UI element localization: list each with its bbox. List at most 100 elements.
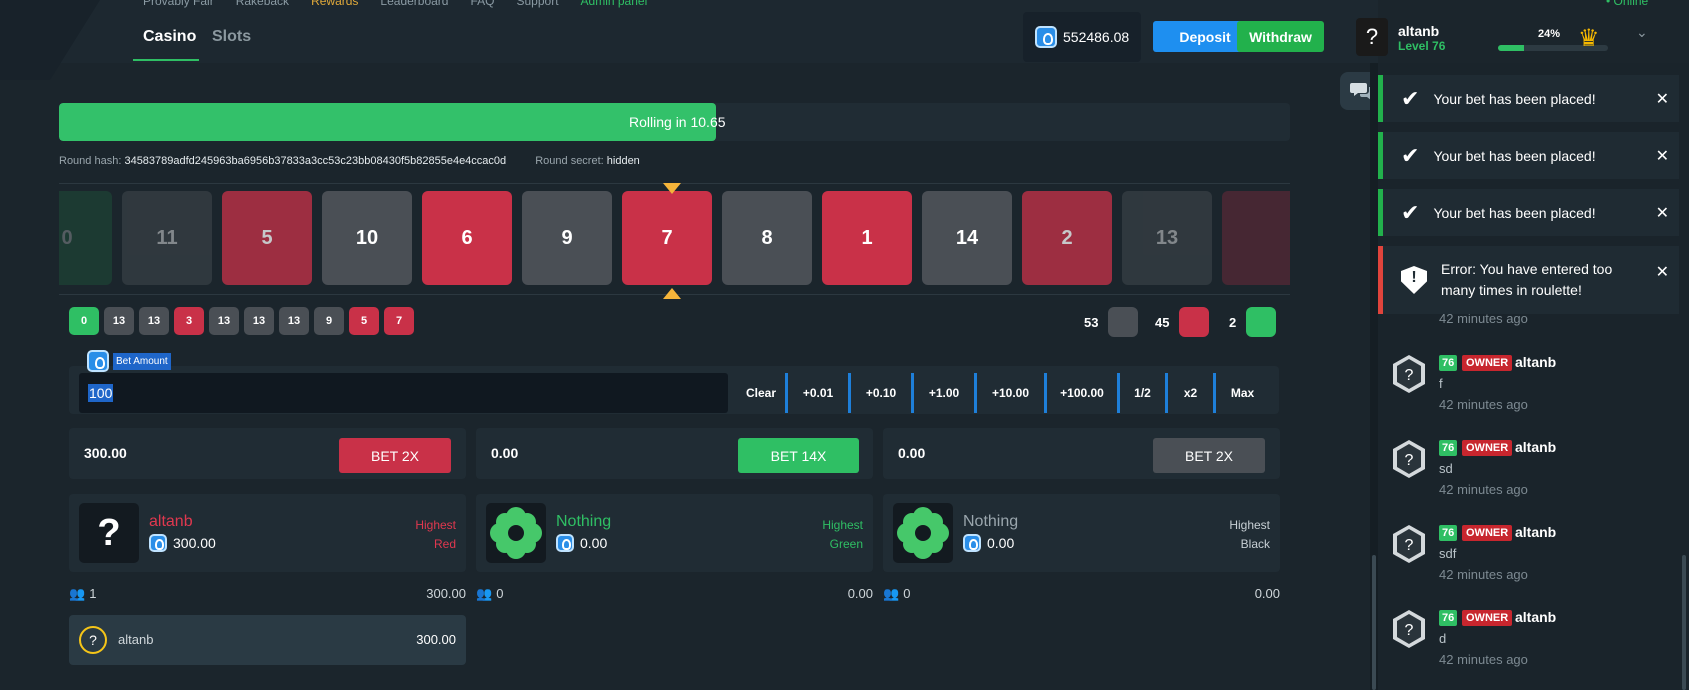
bet-black-button[interactable]: BET 2X [1153, 438, 1265, 473]
chat-level-badge: 76 [1439, 355, 1458, 371]
nav-provably-fair[interactable]: Provably Fair [143, 0, 214, 8]
toast-error: Error: You have entered too many times i… [1378, 246, 1679, 314]
green-bet-total: 0.00 [847, 586, 873, 601]
black-bet-panel: 0.00 BET 2X [883, 428, 1280, 479]
black-bets-summary: 👥 0 0.00 [883, 586, 1280, 602]
black-highest-label: Highest Black [1229, 516, 1270, 554]
nav-rewards[interactable]: Rewards [311, 0, 358, 8]
check-icon: ✔ [1401, 142, 1420, 168]
bet-half-button[interactable]: 1/2 [1117, 373, 1165, 413]
online-status: • Online [1606, 0, 1649, 8]
red-bets-summary: 👥 1 300.00 [69, 586, 466, 602]
clover-icon [486, 503, 546, 563]
chat-time: 42 minutes ago [1439, 482, 1528, 497]
bettor-avatar: ? [79, 626, 107, 654]
highest-avatar: ? [79, 503, 139, 563]
nav-leaderboard[interactable]: Leaderboard [380, 0, 448, 8]
close-icon[interactable]: ✕ [1656, 262, 1669, 282]
toast-text: Your bet has been placed! [1433, 204, 1596, 221]
chat-time: 42 minutes ago [1439, 567, 1528, 582]
stat-red-count: 45 [1155, 314, 1170, 330]
bet-clear-button[interactable]: Clear [737, 373, 785, 413]
main-scrollbar-thumb[interactable] [1372, 555, 1376, 690]
bet-add-100-button[interactable]: +100.00 [1044, 373, 1117, 413]
bet-add-0-01-button[interactable]: +0.01 [785, 373, 848, 413]
history-chip: 13 [279, 307, 309, 335]
chat-text: sdf [1439, 546, 1457, 561]
round-hash-value: 34583789adfd245963ba6956b37833a3cc53c23b… [124, 155, 507, 167]
check-icon: ✔ [1401, 85, 1420, 111]
bet-green-button[interactable]: BET 14X [738, 438, 859, 473]
bet-double-button[interactable]: x2 [1165, 373, 1213, 413]
close-icon[interactable]: ✕ [1656, 146, 1669, 166]
bet-red-button[interactable]: BET 2X [339, 438, 451, 473]
black-tag: Black [1240, 537, 1270, 551]
nav-admin-panel[interactable]: Admin panel [581, 0, 648, 8]
close-icon[interactable]: ✕ [1656, 89, 1669, 109]
bet-max-button[interactable]: Max [1213, 373, 1269, 413]
chat-text: sd [1439, 461, 1453, 476]
svg-text:?: ? [1405, 537, 1414, 554]
round-secret-value: hidden [606, 155, 640, 167]
chat-level-badge: 76 [1439, 610, 1458, 626]
chat-time: 42 minutes ago [1439, 652, 1528, 667]
highest-text: Highest [1229, 518, 1270, 532]
close-icon[interactable]: ✕ [1656, 203, 1669, 223]
bet-add-0-10-button[interactable]: +0.10 [848, 373, 911, 413]
highest-text: Highest [415, 518, 456, 532]
stat-green-count: 2 [1229, 314, 1237, 330]
roll-countdown: Rolling in 10.65 [629, 114, 726, 130]
chat-owner-badge: OWNER [1462, 440, 1513, 456]
stat-red: 45 [1155, 307, 1210, 337]
user-avatar[interactable]: ? [1356, 18, 1388, 56]
nav-rakeback[interactable]: Rakeback [236, 0, 289, 8]
chat-username[interactable]: altanb [1515, 524, 1556, 540]
red-highest-name: altanb [149, 513, 193, 530]
chat-username[interactable]: altanb [1515, 354, 1556, 370]
stat-green-swatch [1246, 307, 1277, 337]
tab-casino[interactable]: Casino [143, 28, 196, 46]
chat-message: ? 76 OWNER altanb d 42 minutes ago [1388, 600, 1678, 679]
chat-username[interactable]: altanb [1515, 609, 1556, 625]
roulette-tile: 5 [222, 191, 312, 285]
green-highest-value: 0.00 [556, 534, 607, 552]
roulette-tile: 1 [822, 191, 912, 285]
chat-message: ? 76 OWNER altanb sdf 42 minutes ago [1388, 515, 1678, 594]
chevron-down-icon[interactable]: ⌄ [1636, 24, 1648, 41]
history-chip: 7 [384, 307, 414, 335]
green-bet-count: 0 [496, 586, 504, 601]
coin-icon [149, 534, 167, 552]
chat-username[interactable]: altanb [1515, 439, 1556, 455]
history-chip: 13 [244, 307, 274, 335]
red-highest-amount: 300.00 [173, 535, 216, 551]
roulette-tile: 9 [522, 191, 612, 285]
coin-icon [87, 350, 109, 372]
chat-owner-badge: OWNER [1462, 355, 1513, 371]
roulette-tile: 2 [1022, 191, 1112, 285]
tab-underline [133, 59, 199, 61]
tab-slots[interactable]: Slots [212, 28, 251, 46]
green-tag: Green [829, 537, 863, 551]
round-hash-line: Round hash: 34583789adfd245963ba6956b378… [59, 155, 640, 167]
red-bet-panel: 300.00 BET 2X [69, 428, 466, 479]
bet-amount-label: Bet Amount [87, 350, 171, 372]
history-chip: 13 [209, 307, 239, 335]
withdraw-button[interactable]: Withdraw [1237, 21, 1324, 52]
history-chip: 13 [104, 307, 134, 335]
bet-add-1-button[interactable]: +1.00 [911, 373, 974, 413]
black-bet-count: 0 [903, 586, 911, 601]
green-highest-label: Highest Green [822, 516, 863, 554]
nav-faq[interactable]: FAQ [470, 0, 494, 8]
red-highest-card: ? altanb 300.00 Highest Red [69, 494, 466, 572]
chat-scrollbar-thumb[interactable] [1682, 555, 1686, 690]
roulette-tile: 0 [59, 191, 112, 285]
bet-add-10-button[interactable]: +10.00 [974, 373, 1044, 413]
nav-support[interactable]: Support [517, 0, 559, 8]
green-highest-card: Nothing 0.00 Highest Green [476, 494, 873, 572]
history-chip: 13 [139, 307, 169, 335]
balance-display: 552486.08 [1023, 12, 1141, 62]
stat-black-swatch [1108, 307, 1139, 337]
bet-amount-input[interactable]: 100 [79, 373, 728, 413]
bet-amount-label-text: Bet Amount [113, 352, 171, 370]
red-total-amount: 300.00 [84, 445, 127, 461]
